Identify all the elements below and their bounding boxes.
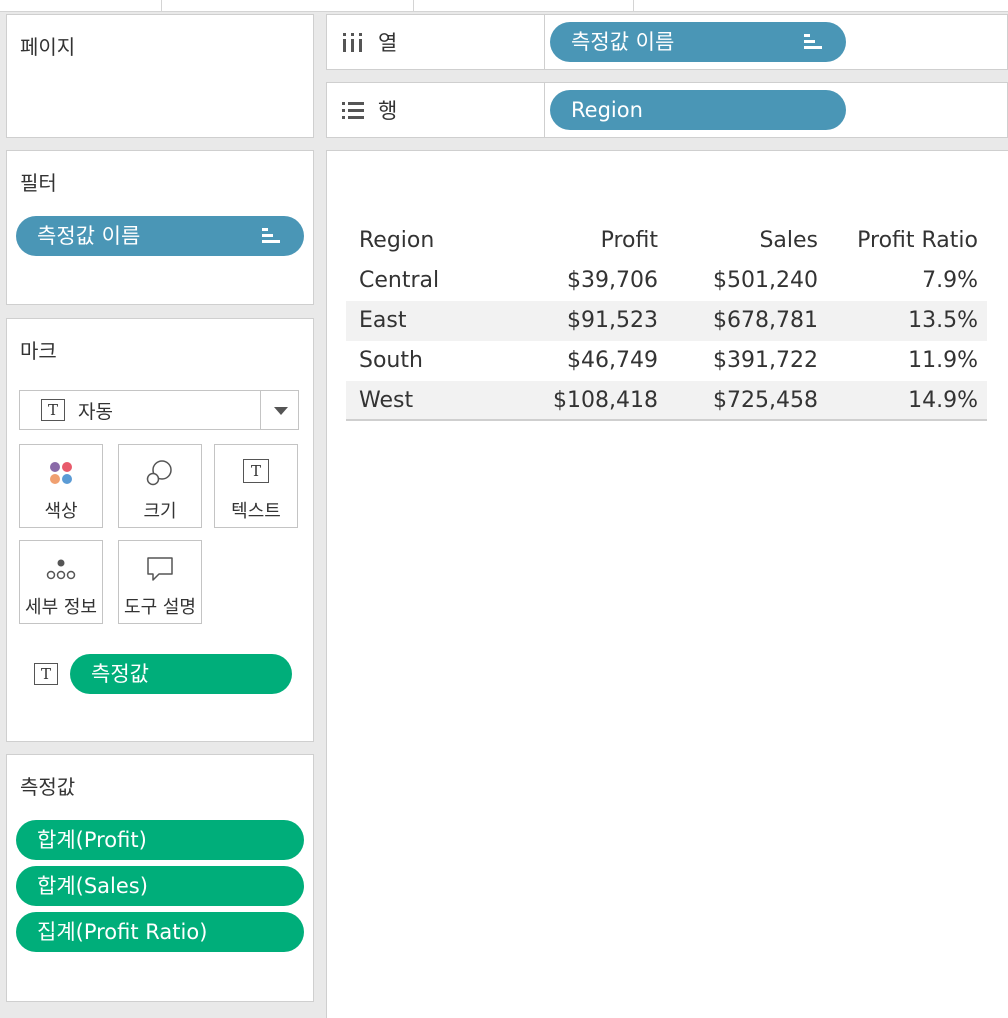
profit-ratio-cell: 7.9% bbox=[922, 268, 978, 293]
sales-cell: $678,781 bbox=[713, 308, 818, 333]
strip-divider bbox=[633, 0, 634, 12]
view-canvas[interactable]: Region Profit Sales Profit Ratio Central… bbox=[326, 150, 1008, 1018]
header-region[interactable]: Region bbox=[359, 221, 434, 261]
region-cell: South bbox=[359, 348, 423, 373]
profit-ratio-cell: 11.9% bbox=[908, 348, 978, 373]
color-dots-icon bbox=[50, 462, 72, 484]
marks-card[interactable]: 마크 T 자동 색상 크기 T 텍스트 세부 정보 도구 설명 T 측정값 bbox=[6, 318, 314, 742]
columns-measure-names-pill[interactable]: 측정값 이름 bbox=[550, 22, 846, 62]
profit-cell: $46,749 bbox=[567, 348, 658, 373]
measure-pill-profit[interactable]: 합계(Profit) bbox=[16, 820, 304, 860]
text-mark-icon: T bbox=[243, 459, 269, 483]
header-sales[interactable]: Sales bbox=[759, 221, 818, 261]
columns-shelf-label: 열 bbox=[327, 15, 545, 69]
tooltip-button[interactable]: 도구 설명 bbox=[118, 540, 202, 624]
rows-label: 행 bbox=[378, 99, 398, 123]
region-cell: West bbox=[359, 388, 414, 413]
table-header-row: Region Profit Sales Profit Ratio bbox=[346, 221, 987, 261]
header-profit-ratio[interactable]: Profit Ratio bbox=[857, 221, 978, 261]
filters-card[interactable]: 필터 측정값 이름 bbox=[6, 150, 314, 305]
profit-cell: $108,418 bbox=[553, 388, 658, 413]
profit-cell: $91,523 bbox=[567, 308, 658, 333]
pill-label: 합계(Sales) bbox=[37, 874, 148, 898]
mark-type-label: 자동 bbox=[78, 401, 113, 423]
filters-title: 필터 bbox=[20, 171, 57, 195]
strip-divider bbox=[161, 0, 162, 12]
detail-dots-icon bbox=[46, 559, 76, 580]
header-profit[interactable]: Profit bbox=[601, 221, 658, 261]
marks-title: 마크 bbox=[20, 339, 57, 363]
sort-icon[interactable] bbox=[262, 228, 282, 244]
measure-pill-sales[interactable]: 합계(Sales) bbox=[16, 866, 304, 906]
columns-icon bbox=[343, 33, 362, 52]
chevron-down-icon[interactable] bbox=[274, 407, 288, 415]
region-cell: East bbox=[359, 308, 407, 333]
text-table: Region Profit Sales Profit Ratio Central… bbox=[346, 221, 987, 421]
text-button[interactable]: T 텍스트 bbox=[214, 444, 298, 528]
mark-type-dropdown[interactable]: T 자동 bbox=[19, 390, 299, 430]
measure-values-card[interactable]: 측정값 합계(Profit) 합계(Sales) 집계(Profit Ratio… bbox=[6, 754, 314, 1002]
pill-label: 측정값 이름 bbox=[571, 30, 675, 54]
table-row[interactable]: South $46,749 $391,722 11.9% bbox=[346, 341, 987, 381]
rows-shelf[interactable]: 행 Region bbox=[326, 82, 1008, 138]
text-measure-values-pill[interactable]: 측정값 bbox=[70, 654, 292, 694]
pill-label: Region bbox=[571, 98, 643, 122]
color-button[interactable]: 색상 bbox=[19, 444, 103, 528]
tooltip-label: 도구 설명 bbox=[124, 597, 196, 618]
profit-ratio-cell: 13.5% bbox=[908, 308, 978, 333]
pill-label: 측정값 bbox=[91, 662, 149, 686]
top-toolbar-strip bbox=[0, 0, 1008, 12]
size-circles-icon bbox=[146, 460, 172, 486]
strip-divider bbox=[413, 0, 414, 12]
text-mark-icon: T bbox=[41, 399, 65, 421]
measure-values-title: 측정값 bbox=[20, 775, 76, 799]
pages-title: 페이지 bbox=[20, 35, 76, 59]
table-row[interactable]: West $108,418 $725,458 14.9% bbox=[346, 381, 987, 421]
rows-icon bbox=[342, 102, 364, 119]
pages-card[interactable]: 페이지 bbox=[6, 14, 314, 138]
size-label: 크기 bbox=[143, 501, 177, 522]
rows-shelf-label: 행 bbox=[327, 83, 545, 137]
profit-ratio-cell: 14.9% bbox=[908, 388, 978, 413]
sort-icon[interactable] bbox=[804, 34, 824, 50]
detail-label: 세부 정보 bbox=[25, 597, 97, 618]
sales-cell: $391,722 bbox=[713, 348, 818, 373]
region-cell: Central bbox=[359, 268, 440, 293]
sales-cell: $501,240 bbox=[713, 268, 818, 293]
pill-label: 집계(Profit Ratio) bbox=[37, 920, 208, 944]
size-button[interactable]: 크기 bbox=[118, 444, 202, 528]
pill-label: 합계(Profit) bbox=[37, 828, 147, 852]
table-row[interactable]: East $91,523 $678,781 13.5% bbox=[346, 301, 987, 341]
sales-cell: $725,458 bbox=[713, 388, 818, 413]
columns-label: 열 bbox=[378, 31, 398, 55]
text-mark-icon: T bbox=[34, 663, 58, 685]
detail-button[interactable]: 세부 정보 bbox=[19, 540, 103, 624]
filter-measure-names-pill[interactable]: 측정값 이름 bbox=[16, 216, 304, 256]
rows-region-pill[interactable]: Region bbox=[550, 90, 846, 130]
columns-shelf[interactable]: 열 측정값 이름 bbox=[326, 14, 1008, 70]
profit-cell: $39,706 bbox=[567, 268, 658, 293]
text-label: 텍스트 bbox=[231, 501, 281, 522]
color-label: 색상 bbox=[44, 501, 78, 522]
table-row[interactable]: Central $39,706 $501,240 7.9% bbox=[346, 261, 987, 301]
speech-bubble-icon bbox=[147, 557, 173, 581]
dropdown-divider bbox=[260, 391, 261, 429]
pill-label: 측정값 이름 bbox=[37, 224, 141, 248]
measure-pill-profit-ratio[interactable]: 집계(Profit Ratio) bbox=[16, 912, 304, 952]
